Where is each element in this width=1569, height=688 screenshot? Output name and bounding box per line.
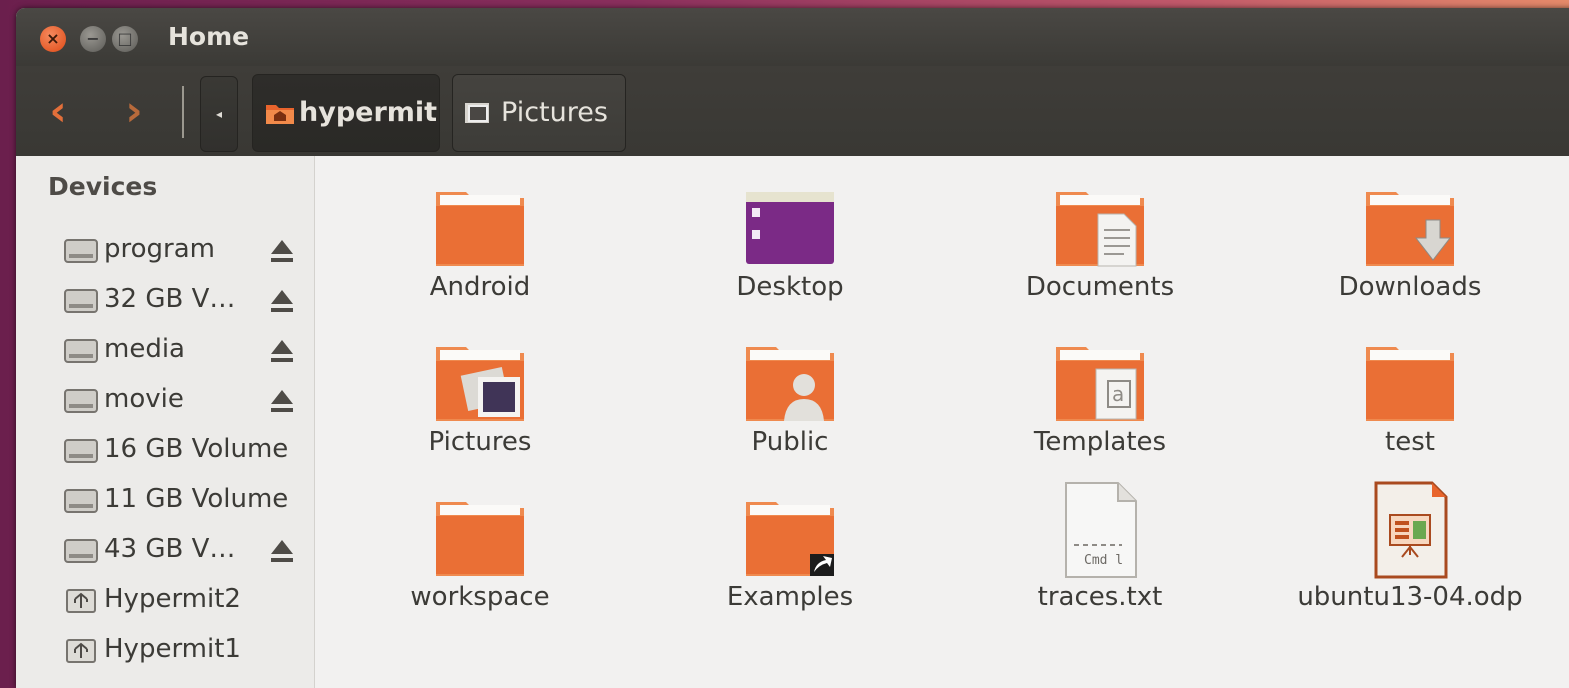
sidebar-item-label: 43 GB V… (104, 534, 236, 564)
sidebar-item-11gb-volume[interactable]: 11 GB Volume (62, 478, 312, 524)
file-name: workspace (410, 582, 550, 612)
eject-icon[interactable] (270, 388, 294, 414)
sidebar-item-media[interactable]: media (62, 328, 312, 374)
file-name: Templates (1033, 427, 1167, 457)
sidebar-item-43gb-volume[interactable]: 43 GB V… (62, 528, 312, 574)
breadcrumb-label: Pictures (501, 97, 608, 128)
drive-icon (64, 439, 98, 463)
file-name: Android (429, 272, 531, 302)
svg-text:a: a (1112, 382, 1124, 406)
maximize-button[interactable]: □ (112, 26, 138, 52)
breadcrumb-hypermit[interactable]: hypermit (252, 74, 440, 152)
file-name: Desktop (736, 272, 844, 302)
breadcrumb-pictures[interactable]: Pictures (452, 74, 626, 152)
file-item-downloads[interactable]: Downloads (1290, 186, 1530, 336)
eject-icon[interactable] (270, 538, 294, 564)
sidebar-item-label: 16 GB Volume (104, 434, 289, 464)
sidebar-item-hypermit2[interactable]: Hypermit2 (62, 578, 312, 624)
file-name: ubuntu13-04.odp (1297, 582, 1523, 612)
sidebar-item-label: Hypermit1 (104, 634, 241, 664)
toolbar: ‹ › ◂ hypermit Pictures (16, 66, 1569, 157)
public-folder-icon (746, 347, 834, 421)
breadcrumb-label: hypermit (299, 97, 438, 128)
title-bar: × − □ Home (16, 8, 1569, 66)
sidebar-item-hypermit1[interactable]: Hypermit1 (62, 628, 312, 674)
drive-icon (64, 489, 98, 513)
sidebar-item-label: 32 GB V… (104, 284, 236, 314)
file-item-public[interactable]: Public (670, 341, 910, 491)
file-name: Documents (1025, 272, 1175, 302)
back-button[interactable]: ‹ (36, 82, 80, 140)
templates-folder-icon: a (1056, 347, 1144, 421)
file-item-traces-txt[interactable]: traces.txt Cmd l (980, 481, 1220, 631)
downloads-folder-icon (1366, 192, 1454, 266)
sidebar-item-program[interactable]: program (62, 228, 312, 274)
file-item-workspace[interactable]: workspace (360, 496, 600, 646)
file-item-documents[interactable]: Documents (980, 186, 1220, 336)
window-title: Home (168, 22, 250, 51)
breadcrumb-scroll-left-button[interactable]: ◂ (200, 76, 238, 152)
file-name: Downloads (1338, 272, 1482, 302)
presentation-file-icon (1374, 481, 1448, 579)
pictures-folder-icon (436, 347, 524, 421)
sidebar-header-devices: Devices (48, 172, 158, 201)
file-preview-text: Cmd l (1084, 553, 1124, 568)
toolbar-separator (182, 86, 184, 138)
drive-icon (64, 389, 98, 413)
file-view: Android Desktop Documents Downloads Pict… (315, 156, 1569, 688)
drive-icon (64, 289, 98, 313)
eject-icon[interactable] (270, 288, 294, 314)
minimize-button[interactable]: − (80, 26, 106, 52)
file-item-pictures[interactable]: Pictures (360, 341, 600, 491)
usb-drive-icon (66, 589, 96, 613)
drive-icon (64, 539, 98, 563)
file-name: traces.txt (1037, 582, 1163, 612)
sidebar-item-label: media (104, 334, 185, 364)
file-manager-window: × − □ Home ‹ › ◂ hypermit Pictures Devic… (16, 8, 1569, 688)
pictures-folder-icon (465, 103, 489, 123)
folder-icon (1366, 347, 1454, 421)
sidebar-item-32gb-volume[interactable]: 32 GB V… (62, 278, 312, 324)
sidebar-item-label: 11 GB Volume (104, 484, 289, 514)
sidebar-item-label: Hypermit2 (104, 584, 241, 614)
examples-link-folder-icon (746, 502, 834, 576)
close-button[interactable]: × (40, 26, 66, 52)
file-name: test (1385, 427, 1435, 457)
documents-folder-icon (1056, 192, 1144, 267)
folder-icon (436, 192, 524, 266)
eject-icon[interactable] (270, 338, 294, 364)
forward-button[interactable]: › (112, 82, 156, 140)
file-name: Pictures (428, 427, 532, 457)
usb-drive-icon (66, 639, 96, 663)
sidebar-item-label: program (104, 234, 215, 264)
file-item-android[interactable]: Android (360, 186, 600, 336)
sidebar-item-16gb-volume[interactable]: 16 GB Volume (62, 428, 312, 474)
file-item-test[interactable]: test (1290, 341, 1530, 491)
home-folder-icon (266, 105, 294, 124)
file-item-desktop[interactable]: Desktop (670, 186, 910, 336)
file-item-ubuntu13-04-odp[interactable]: ubuntu13-04.odp (1290, 481, 1530, 631)
file-name: Public (751, 427, 829, 457)
sidebar-item-movie[interactable]: movie (62, 378, 312, 424)
file-name: Examples (726, 582, 854, 612)
desktop-folder-icon (746, 192, 834, 264)
folder-icon (436, 502, 524, 576)
drive-icon (64, 339, 98, 363)
eject-icon[interactable] (270, 238, 294, 264)
file-item-templates[interactable]: a Templates (980, 341, 1220, 491)
sidebar: Devices program 32 GB V… media movie 16 … (16, 156, 315, 688)
sidebar-item-label: movie (104, 384, 184, 414)
drive-icon (64, 239, 98, 263)
file-item-examples[interactable]: Examples (670, 496, 910, 646)
